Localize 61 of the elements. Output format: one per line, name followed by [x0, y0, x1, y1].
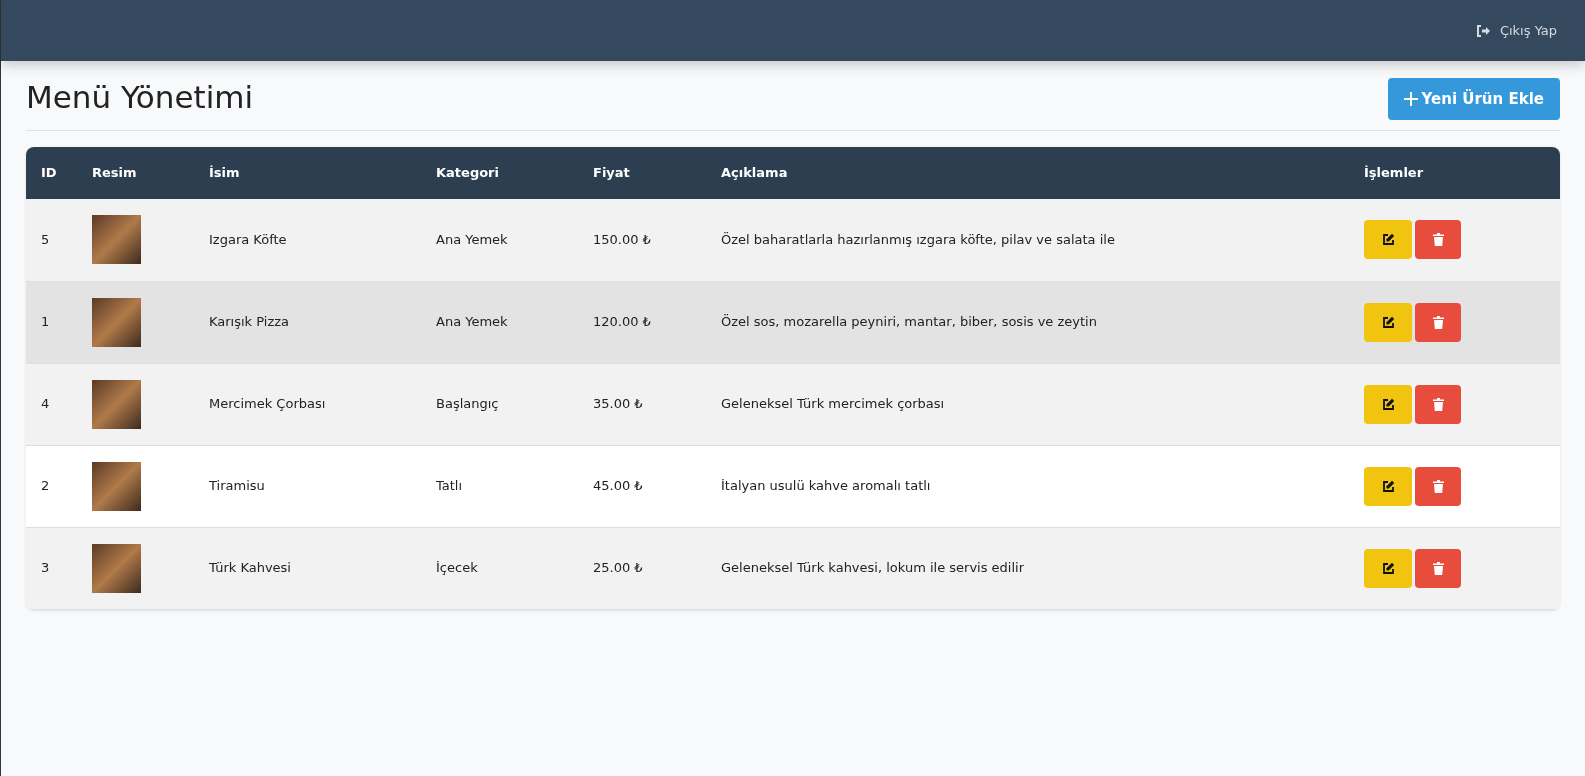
table-cell: 150.00 ₺: [593, 232, 651, 247]
table-cell: 3: [41, 560, 50, 576]
trash-icon: [1432, 479, 1444, 493]
delete-button[interactable]: [1415, 548, 1461, 588]
edit-icon: [1381, 479, 1395, 493]
table-cell: Tiramisu: [209, 478, 265, 494]
table-cell: 120.00 ₺: [593, 314, 651, 330]
column-header: Fiyat: [593, 147, 721, 199]
table-cell: Özel baharatlarla hazırlanmış ızgara köfte, pilav ve salata ile: [721, 232, 1115, 247]
table-cell: Başlangıç: [436, 396, 499, 412]
logout-icon: [1475, 24, 1490, 37]
photo-placeholder: [92, 461, 141, 511]
column-header: ID: [26, 147, 92, 199]
trash-icon: [1432, 397, 1444, 411]
table-cell: 35.00 ₺: [593, 396, 643, 412]
trash-icon: [1432, 315, 1444, 329]
table-cell: Türk Kahvesi: [209, 560, 291, 576]
edit-button[interactable]: [1364, 220, 1412, 260]
edit-button[interactable]: [1364, 548, 1412, 588]
edit-icon: [1381, 315, 1395, 329]
table-cell: Mercimek Çorbası: [209, 396, 326, 412]
column-header: Açıklama: [721, 147, 1364, 199]
edit-icon: [1381, 397, 1395, 411]
photo-placeholder: [92, 543, 141, 593]
column-header: İşlemler: [1364, 147, 1560, 199]
table-cell: Geleneksel Türk kahvesi, lokum ile servis edilir: [721, 560, 1025, 576]
photo-placeholder: [92, 297, 141, 347]
table-cell: İtalyan usulü kahve aromalı tatlı: [721, 478, 931, 494]
delete-button[interactable]: [1415, 302, 1461, 342]
edit-button[interactable]: [1364, 302, 1412, 342]
table-cell: 25.00 ₺: [593, 560, 643, 576]
page-title: Menü Yönetimi: [26, 77, 254, 117]
edit-button[interactable]: [1364, 466, 1412, 506]
table-cell: Geleneksel Türk mercimek çorbası: [721, 396, 945, 412]
table-cell: 45.00 ₺: [593, 478, 643, 494]
table-cell: Tatlı: [436, 478, 463, 494]
delete-button[interactable]: [1415, 220, 1461, 260]
logout-link[interactable]: Çıkış Yap: [1475, 20, 1557, 41]
column-header: İsim: [209, 147, 436, 199]
delete-button[interactable]: [1415, 384, 1461, 424]
delete-button[interactable]: [1415, 466, 1461, 506]
table-cell: İçecek: [436, 560, 478, 576]
column-header: Resim: [92, 147, 209, 199]
table-cell: Izgara Köfte: [209, 232, 287, 247]
photo-placeholder: [92, 215, 141, 265]
table-cell: 2: [41, 478, 50, 494]
table-cell: Özel sos, mozarella peyniri, mantar, biber, sosis ve zeytin: [721, 314, 1097, 330]
table-cell: 5: [41, 232, 50, 247]
edit-button[interactable]: [1364, 384, 1412, 424]
column-header: Kategori: [436, 147, 593, 199]
plus-icon: [1403, 92, 1418, 106]
table-cell: 4: [41, 396, 50, 412]
table-cell: Ana Yemek: [436, 232, 508, 247]
trash-icon: [1432, 561, 1444, 575]
edit-icon: [1381, 561, 1395, 575]
table-cell: 1: [41, 314, 50, 330]
table-cell: Karışık Pizza: [209, 314, 290, 330]
trash-icon: [1432, 233, 1444, 247]
table-cell: Ana Yemek: [436, 314, 508, 330]
edit-icon: [1381, 233, 1395, 247]
photo-placeholder: [92, 379, 141, 429]
